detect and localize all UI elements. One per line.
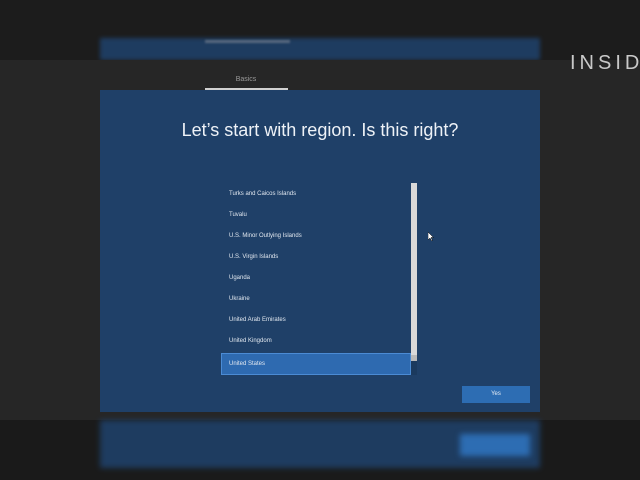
list-item-tuvalu[interactable]: Tuvalu xyxy=(222,205,410,225)
yes-button[interactable]: Yes xyxy=(462,386,530,403)
list-item-turks-and-caicos[interactable]: Turks and Caicos Islands xyxy=(222,184,410,204)
scrollbar-thumb[interactable] xyxy=(411,183,417,355)
blurred-tab-underline xyxy=(205,40,290,43)
scrollbar-down-arrow[interactable] xyxy=(411,355,417,361)
region-list[interactable]: Turks and Caicos Islands Tuvalu U.S. Min… xyxy=(221,184,411,376)
page-title: Let’s start with region. Is this right? xyxy=(181,120,459,140)
list-item-united-arab-emirates[interactable]: United Arab Emirates xyxy=(222,310,410,330)
list-item-us-virgin-islands[interactable]: U.S. Virgin Islands xyxy=(222,247,410,267)
list-item-united-states-selected[interactable]: United States xyxy=(221,353,411,375)
list-item-ukraine[interactable]: Ukraine xyxy=(222,289,410,309)
list-item-united-kingdom[interactable]: United Kingdom xyxy=(222,331,410,351)
list-item-us-minor-outlying[interactable]: U.S. Minor Outlying Islands xyxy=(222,226,410,246)
list-item-uganda[interactable]: Uganda xyxy=(222,268,410,288)
watermark-logo: INSIDER xyxy=(570,52,640,74)
blurred-yes-button xyxy=(460,434,530,456)
blurred-window-top xyxy=(100,38,540,60)
tab-basics: Basics xyxy=(235,76,257,83)
